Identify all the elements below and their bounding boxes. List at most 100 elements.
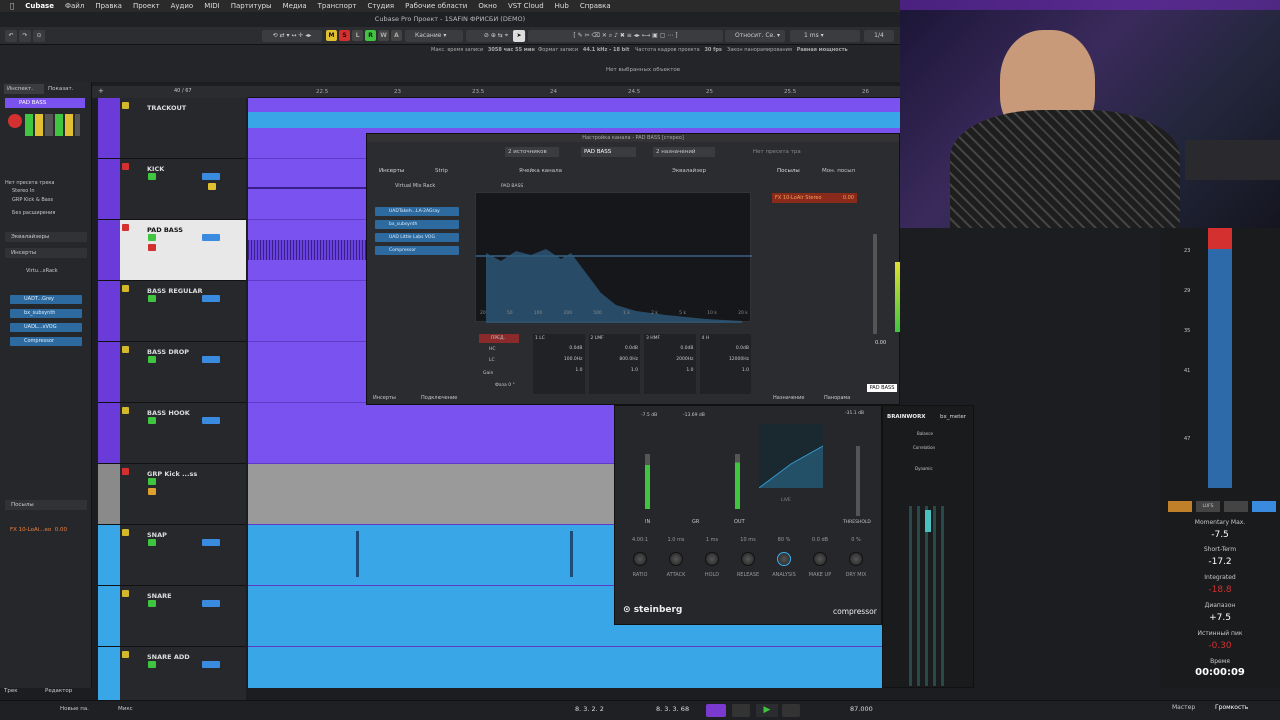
right-locator[interactable]: 8. 3. 3. 68 <box>656 705 689 713</box>
track-grp-kick-bass[interactable]: GRP Kick ...ss <box>98 464 246 525</box>
attack-knob[interactable] <box>669 552 683 566</box>
add-track-icon[interactable]: + <box>98 87 104 95</box>
solo-button[interactable]: S <box>339 30 350 41</box>
eq-band-4[interactable]: 4 H 0.0dB 12000Hz 1.0 <box>699 334 751 394</box>
live-button[interactable]: LIVE <box>781 498 791 503</box>
unit-lufs-button[interactable]: LUFS <box>1196 501 1220 512</box>
eq-hc-label[interactable]: HC <box>489 347 496 352</box>
settings-icon[interactable] <box>1224 501 1248 512</box>
output-routing[interactable]: GRP Kick & Bass <box>12 197 53 203</box>
menu-midi[interactable]: MIDI <box>204 2 220 10</box>
eq-pre-button[interactable]: ПРЕД. <box>479 334 519 343</box>
destinations-select[interactable]: 2 назначений <box>653 147 715 157</box>
tab-track[interactable]: Трек <box>4 688 18 694</box>
ch-insert-1[interactable]: UADTakeh...LA-2AGray <box>375 207 459 216</box>
tab-panorama[interactable]: Панорама <box>824 395 850 401</box>
automation-toolbar[interactable]: ⟲ ⇄ ▾ ↔ ✛ ◂▸ <box>262 30 322 42</box>
tab-inserts[interactable]: Инсерты <box>379 168 404 174</box>
tab-visibility[interactable]: Показат. <box>45 84 85 94</box>
track-bass-hook[interactable]: BASS HOOK <box>98 403 246 464</box>
play-button[interactable]: ▶ <box>756 704 778 717</box>
left-locator[interactable]: 8. 3. 2. 2 <box>575 705 604 713</box>
threshold-fader[interactable] <box>856 446 860 516</box>
menu-file[interactable]: Файл <box>65 2 84 10</box>
drymix-knob[interactable] <box>849 552 863 566</box>
rack-slot[interactable]: Virtu...xRack <box>12 268 58 274</box>
menu-cubase[interactable]: Cubase <box>25 2 54 10</box>
ch-insert-3[interactable]: UAD Little Labs VOG <box>375 233 459 242</box>
menu-media[interactable]: Медиа <box>283 2 307 10</box>
compression-curve-display[interactable] <box>758 424 824 489</box>
menu-window[interactable]: Окно <box>478 2 497 10</box>
meter-mode-button[interactable] <box>1168 501 1192 512</box>
eq-curve-display[interactable]: 20 50 100 200 500 1 k 2 k 5 k 10 k 20 k <box>475 192 752 323</box>
inspector-track-name[interactable]: PAD BASS <box>5 98 85 108</box>
analysis-knob[interactable] <box>777 552 791 566</box>
track-snare[interactable]: SNARE <box>98 586 246 647</box>
record-button[interactable] <box>782 704 800 717</box>
undo-icon[interactable]: ↶ <box>5 30 17 42</box>
eq-band-3[interactable]: 3 HMF 0.0dB 2000Hz 1.0 <box>644 334 696 394</box>
ch-insert-2[interactable]: bx_subsynth <box>375 220 459 229</box>
menu-transport[interactable]: Транспорт <box>318 2 357 10</box>
tab-editor[interactable]: Редактор <box>45 688 72 694</box>
automation-button[interactable]: A <box>391 30 402 41</box>
cycle-button[interactable] <box>706 704 726 717</box>
tempo-display[interactable]: 87.000 <box>850 705 873 713</box>
insert-slot-2[interactable]: bx_subsynth <box>10 309 82 318</box>
insert-slot-1[interactable]: UADT...Grey <box>10 295 82 304</box>
rack-slot[interactable]: Virtual Mix Rack <box>395 183 435 189</box>
tab-sends[interactable]: Посылы <box>777 168 800 174</box>
track-trackout[interactable]: TRACKOUT <box>98 98 246 159</box>
menu-edit[interactable]: Правка <box>95 2 122 10</box>
ch-insert-4[interactable]: Compressor <box>375 246 459 255</box>
routing-none[interactable]: Нет пресета трека <box>5 180 55 186</box>
zoom-ratio[interactable]: 1/4 <box>864 30 894 42</box>
apple-icon[interactable]:  <box>10 2 14 10</box>
track-snap[interactable]: SNAP <box>98 525 246 586</box>
insert-slot-3[interactable]: UADL...xVOG <box>10 323 82 332</box>
menu-studio[interactable]: Студия <box>367 2 394 10</box>
hold-knob[interactable] <box>705 552 719 566</box>
insert-slot-4[interactable]: Compressor <box>10 337 82 346</box>
stop-button[interactable] <box>732 704 750 717</box>
track-kick[interactable]: KICK <box>98 159 246 220</box>
track-snare-add[interactable]: SNARE ADD <box>98 647 246 708</box>
track-pad-bass[interactable]: PAD BASS <box>98 220 246 281</box>
tab-master[interactable]: Мастер <box>1172 704 1195 711</box>
pointer-tool-icon[interactable]: ➤ <box>513 30 525 42</box>
menu-help[interactable]: Справка <box>580 2 611 10</box>
menu-vst-cloud[interactable]: VST Cloud <box>508 2 544 10</box>
snap-type-select[interactable]: Относит. Се. ▾ <box>725 30 785 42</box>
redo-icon[interactable]: ↷ <box>19 30 31 42</box>
automation-mode-select[interactable]: Касание ▾ <box>405 30 463 42</box>
menu-hub[interactable]: Hub <box>555 2 569 10</box>
inserts-section[interactable]: Инсерты <box>5 248 87 258</box>
channel-preset[interactable]: Нет пресета тра <box>753 147 807 157</box>
timeline-ruler[interactable]: 22.5 23 23.5 24 24.5 25 25.5 26 <box>248 86 900 98</box>
edit-tools-group[interactable]: [ ✎ ✂ ⌫ ✕ ⌕ ♪ ✖ ≡ ◂▸ ⟷ ▣ ▢ ⋯ ] <box>528 30 723 42</box>
eq-gain-label[interactable]: Gain <box>483 371 493 376</box>
makeup-knob[interactable] <box>813 552 827 566</box>
tab-inserts-bottom[interactable]: Инсерты <box>373 395 396 401</box>
tab-inspector[interactable]: Инспект. <box>4 84 44 94</box>
eq-lc-label[interactable]: LC <box>489 358 495 363</box>
menu-project[interactable]: Проект <box>133 2 160 10</box>
track-controls[interactable] <box>25 114 80 136</box>
quantize-select[interactable]: 1 ms ▾ <box>790 30 860 42</box>
extensions-select[interactable]: Без расширения <box>12 210 55 216</box>
input-routing[interactable]: Stereo In <box>12 188 35 194</box>
mute-button[interactable]: M <box>326 30 337 41</box>
eq-band-1[interactable]: 1 LC 0.0dB 100.0Hz 1.0 <box>533 334 585 394</box>
track-bass-drop[interactable]: BASS DROP <box>98 342 246 403</box>
channel-name-field[interactable]: PAD BASS <box>581 147 636 157</box>
eq-phase-label[interactable]: Фаза 0 ° <box>495 383 515 388</box>
lane-snare-add[interactable] <box>248 647 900 688</box>
ratio-knob[interactable] <box>633 552 647 566</box>
write-button[interactable]: W <box>378 30 389 41</box>
tab-routing-bottom[interactable]: Подключение <box>421 395 457 401</box>
channel-fader[interactable] <box>873 234 877 334</box>
tab-destination[interactable]: Назначение <box>773 395 804 401</box>
eq-band-2[interactable]: 2 LMF 0.0dB 800.0Hz 1.0 <box>588 334 640 394</box>
equalizers-section[interactable]: Эквалайзеры <box>5 232 87 242</box>
